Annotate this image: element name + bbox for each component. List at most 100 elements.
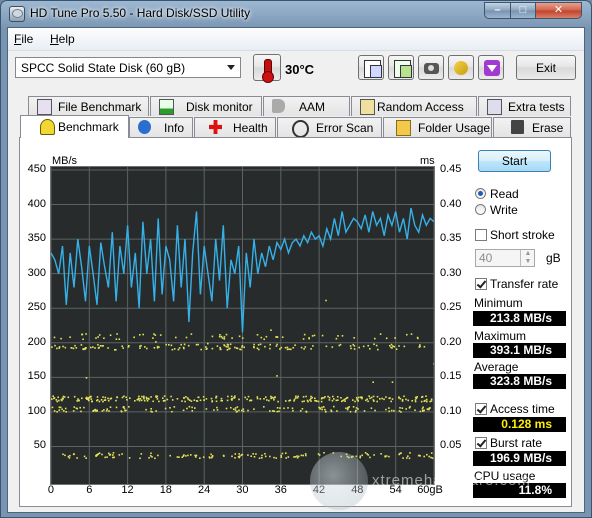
average-label: Average	[474, 360, 519, 374]
access-time-point	[335, 337, 338, 340]
start-button[interactable]: Start	[478, 150, 551, 172]
access-time-point	[325, 345, 328, 348]
access-time-point	[400, 452, 402, 454]
access-time-point	[317, 400, 320, 403]
access-time-point	[356, 398, 359, 401]
access-time-point	[374, 337, 376, 340]
access-time-point	[399, 407, 401, 409]
access-time-point	[323, 406, 325, 408]
x-tick-label: 30	[236, 484, 249, 496]
access-time-point	[191, 410, 194, 412]
access-time-point	[142, 333, 144, 336]
access-time-point	[337, 335, 339, 337]
access-time-point	[140, 399, 143, 402]
access-time-point	[220, 399, 222, 402]
access-time-point	[156, 345, 159, 348]
access-time-point	[276, 410, 279, 413]
access-time-point	[220, 335, 223, 338]
access-time-point	[115, 406, 118, 409]
access-time-point	[305, 454, 307, 457]
access-time-point	[385, 337, 388, 340]
access-time-point	[81, 397, 83, 400]
access-time-point	[185, 396, 187, 398]
access-time-point	[391, 381, 394, 383]
access-time-point	[91, 400, 93, 403]
access-time-point	[106, 408, 108, 410]
access-time-point	[414, 399, 417, 401]
read-radio[interactable]	[475, 188, 486, 199]
access-time-point	[70, 347, 73, 349]
access-time-point	[266, 399, 268, 401]
access-time-point	[128, 345, 130, 347]
access-time-point	[145, 408, 147, 411]
access-time-point	[269, 347, 271, 350]
y-tick-label: 300	[27, 266, 46, 279]
access-time-point	[158, 400, 160, 403]
access-time-point	[108, 410, 110, 412]
access-time-point	[312, 345, 314, 347]
access-time-point	[354, 400, 356, 403]
access-time-point	[299, 410, 302, 412]
access-time-point	[97, 347, 100, 349]
burst-rate-checkbox[interactable]	[475, 437, 487, 449]
y-tick-label: 50	[33, 439, 46, 452]
access-time-point	[98, 400, 101, 403]
access-time-point	[257, 344, 260, 346]
access-time-point	[273, 410, 276, 412]
y2-tick-label: 0.30	[440, 266, 462, 279]
access-time-point	[188, 405, 191, 408]
y-tick-label: 350	[27, 232, 46, 245]
access-time-point	[318, 406, 320, 409]
access-time-point	[53, 336, 56, 339]
access-time-point	[414, 409, 416, 411]
access-time-point	[325, 410, 327, 413]
access-time-point	[153, 333, 155, 335]
access-time-point	[295, 395, 297, 398]
access-time-point	[102, 400, 104, 403]
access-time-point	[278, 410, 280, 413]
access-time-point	[285, 400, 287, 402]
access-time-point	[391, 347, 393, 349]
access-time-point	[273, 456, 275, 459]
access-time-point	[100, 399, 103, 401]
short-stroke-label: Short stroke	[490, 228, 555, 242]
access-time-point	[171, 410, 173, 413]
access-time-point	[232, 408, 235, 410]
transfer-rate-checkbox[interactable]	[475, 278, 487, 290]
access-time-point	[229, 347, 231, 350]
write-radio[interactable]	[475, 204, 486, 215]
access-time-point	[355, 397, 358, 399]
access-time-point	[162, 397, 164, 399]
access-time-point	[249, 399, 251, 402]
access-time-point	[191, 406, 193, 409]
access-time-point	[199, 457, 201, 459]
short-stroke-checkbox[interactable]	[475, 229, 487, 241]
benchmark-chart	[50, 166, 435, 485]
access-time-point	[103, 399, 106, 401]
spin-arrows-icon[interactable]: ▲ ▼	[520, 250, 535, 266]
access-time-point	[79, 406, 81, 409]
x-tick-label: 12	[121, 484, 134, 496]
access-time-point	[383, 398, 385, 401]
access-time-point	[256, 347, 259, 350]
access-time-point	[247, 454, 249, 456]
access-time-point	[82, 348, 84, 350]
access-time-point	[123, 406, 125, 408]
access-time-point	[349, 345, 352, 347]
access-time-point	[263, 406, 265, 408]
access-time-point	[178, 456, 180, 458]
access-time-point	[261, 454, 263, 457]
access-time-point	[115, 349, 117, 351]
access-time-point	[263, 398, 265, 400]
access-time-point	[59, 406, 62, 409]
access-time-point	[353, 337, 355, 339]
access-time-point	[411, 400, 413, 402]
access-time-checkbox[interactable]	[475, 403, 487, 415]
access-time-point	[112, 452, 115, 454]
access-time-point	[310, 348, 312, 350]
access-time-point	[296, 455, 298, 457]
access-time-point	[388, 410, 390, 413]
access-time-point	[184, 400, 186, 403]
access-time-point	[133, 336, 135, 339]
access-time-point	[337, 399, 339, 401]
